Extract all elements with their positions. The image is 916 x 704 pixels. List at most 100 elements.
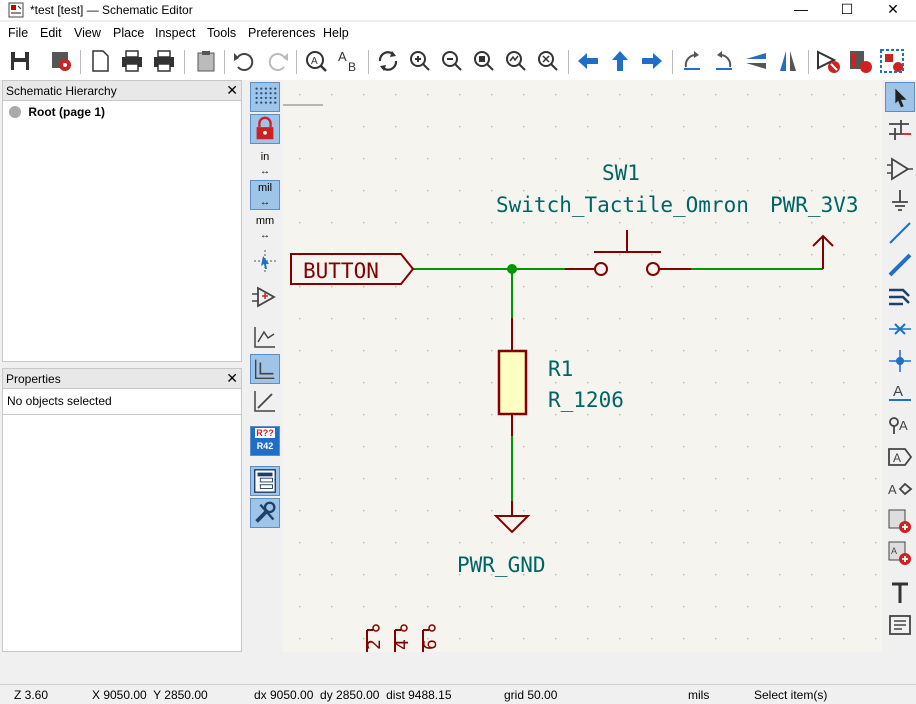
resistor-r1[interactable]	[497, 318, 528, 436]
status-coords: X 9050.00 Y 2850.00	[92, 688, 208, 702]
horizontal-scroll-area[interactable]	[0, 652, 916, 684]
schematic-canvas[interactable]: BUTTON SW1 Switch_Tactile_Omron PWR_3V3 …	[283, 80, 882, 652]
add-text-icon[interactable]	[885, 578, 915, 608]
schematic-drawing[interactable]: BUTTON SW1 Switch_Tactile_Omron PWR_3V3 …	[283, 80, 882, 652]
rotate-ccw-icon[interactable]	[678, 47, 706, 75]
add-hier-label-icon[interactable]: A	[885, 474, 915, 504]
menu-help[interactable]: Help	[323, 26, 349, 40]
mirror-horizontal-icon[interactable]	[774, 47, 802, 75]
add-symbol-icon[interactable]	[885, 154, 915, 184]
find-replace-icon[interactable]: AB	[334, 47, 362, 75]
menu-place[interactable]: Place	[113, 26, 144, 40]
symbol-fields-icon[interactable]	[846, 47, 874, 75]
navigate-back-icon[interactable]	[574, 47, 602, 75]
print-icon[interactable]	[118, 47, 146, 75]
add-bus-icon[interactable]	[885, 250, 915, 280]
menu-preferences[interactable]: Preferences	[248, 26, 315, 40]
zoom-objects-icon[interactable]	[502, 47, 530, 75]
line-mode-90-icon[interactable]	[250, 354, 280, 384]
status-zoom: Z 3.60	[14, 688, 49, 702]
add-junction-icon[interactable]	[885, 346, 915, 376]
add-label-icon[interactable]: A	[885, 378, 915, 408]
add-wire-icon[interactable]	[885, 218, 915, 248]
schematic-setup-icon[interactable]	[48, 47, 76, 75]
close-window-button[interactable]: ✕	[870, 0, 916, 20]
sw1-reference[interactable]: SW1	[602, 161, 640, 185]
units-inches-label: in	[260, 151, 270, 163]
menu-view[interactable]: View	[74, 26, 101, 40]
zoom-out-icon[interactable]	[438, 47, 466, 75]
annotate-icon[interactable]	[878, 47, 906, 75]
erc-icon[interactable]	[814, 47, 842, 75]
properties-panel-header: Properties ✕	[3, 369, 241, 389]
power-arrow-icon	[812, 234, 834, 269]
hierarchy-navigator-icon[interactable]	[250, 466, 280, 496]
menu-inspect[interactable]: Inspect	[155, 26, 195, 40]
properties-close-icon[interactable]: ✕	[226, 370, 238, 387]
units-mils-button[interactable]: mil ↔	[250, 180, 280, 210]
menu-file[interactable]: File	[8, 26, 28, 40]
menu-bar: File Edit View Place Inspect Tools Prefe…	[0, 22, 916, 44]
grid-toggle-icon[interactable]	[250, 82, 280, 112]
ground-label[interactable]: PWR_GND	[457, 553, 546, 577]
properties-toggle-icon[interactable]	[250, 498, 280, 528]
power-3v3-label[interactable]: PWR_3V3	[770, 193, 859, 217]
ground-icon[interactable]	[493, 515, 531, 534]
add-power-icon[interactable]	[885, 186, 915, 216]
global-label-button[interactable]: BUTTON	[303, 259, 379, 283]
mirror-vertical-icon[interactable]	[742, 47, 770, 75]
annotate-refs-top: R??	[255, 428, 275, 438]
highlight-net-icon[interactable]	[885, 114, 915, 144]
minimize-button[interactable]: —	[778, 0, 824, 20]
r1-value[interactable]: R_1206	[548, 388, 624, 412]
navigate-up-icon[interactable]	[606, 47, 634, 75]
hierarchy-close-icon[interactable]: ✕	[226, 82, 238, 99]
zoom-in-icon[interactable]	[406, 47, 434, 75]
plot-icon[interactable]	[150, 47, 178, 75]
wire-junction[interactable]	[507, 264, 517, 274]
zoom-fit-icon[interactable]	[470, 47, 498, 75]
save-icon[interactable]	[6, 47, 34, 75]
r1-reference[interactable]: R1	[548, 357, 573, 381]
redo-icon[interactable]	[264, 47, 292, 75]
line-mode-45-icon[interactable]	[250, 386, 280, 416]
hierarchy-panel-header: Schematic Hierarchy ✕	[3, 81, 241, 101]
annotate-refs-button[interactable]: R?? R42	[250, 426, 280, 456]
svg-text:A: A	[888, 482, 897, 497]
refresh-icon[interactable]	[374, 47, 402, 75]
maximize-button[interactable]: ☐	[824, 0, 870, 20]
hierarchy-root-item[interactable]: Root (page 1)	[9, 105, 105, 119]
find-icon[interactable]: A	[302, 47, 330, 75]
menu-tools[interactable]: Tools	[207, 26, 236, 40]
no-connect-icon[interactable]	[885, 314, 915, 344]
navigate-forward-icon[interactable]	[638, 47, 666, 75]
properties-status: No objects selected	[3, 389, 241, 415]
add-global-label-icon[interactable]: A	[885, 442, 915, 472]
add-bus-entry-icon[interactable]	[885, 282, 915, 312]
select-arrow-icon[interactable]	[885, 82, 915, 112]
add-sheet-pin-icon[interactable]: A	[885, 538, 915, 568]
status-delta: dx 9050.00 dy 2850.00 dist 9488.15	[254, 688, 452, 702]
units-inches-button[interactable]: in ↔	[250, 150, 280, 180]
add-net-class-icon[interactable]: A	[885, 410, 915, 440]
power-3v3-symbol[interactable]	[812, 234, 834, 269]
cursor-crosshair-icon[interactable]	[250, 246, 280, 276]
lock-icon[interactable]	[250, 114, 280, 144]
undo-icon[interactable]	[230, 47, 258, 75]
status-units: mils	[688, 688, 710, 702]
hidden-pins-icon[interactable]	[250, 282, 280, 312]
pin-number-6: 6	[420, 639, 441, 650]
add-textbox-icon[interactable]	[885, 610, 915, 640]
add-sheet-icon[interactable]	[885, 506, 915, 536]
page-settings-icon[interactable]	[86, 47, 114, 75]
switch-sw1[interactable]	[565, 230, 691, 276]
menu-edit[interactable]: Edit	[40, 26, 62, 40]
right-toolbar: A A A A A	[884, 80, 916, 652]
units-mm-button[interactable]: mm ↔	[250, 214, 280, 244]
pin-number-4: 4	[392, 639, 413, 650]
rotate-cw-icon[interactable]	[710, 47, 738, 75]
paste-icon[interactable]	[192, 47, 220, 75]
line-mode-free-icon[interactable]	[250, 322, 280, 352]
zoom-selection-icon[interactable]	[534, 47, 562, 75]
sw1-value[interactable]: Switch_Tactile_Omron	[496, 193, 749, 217]
